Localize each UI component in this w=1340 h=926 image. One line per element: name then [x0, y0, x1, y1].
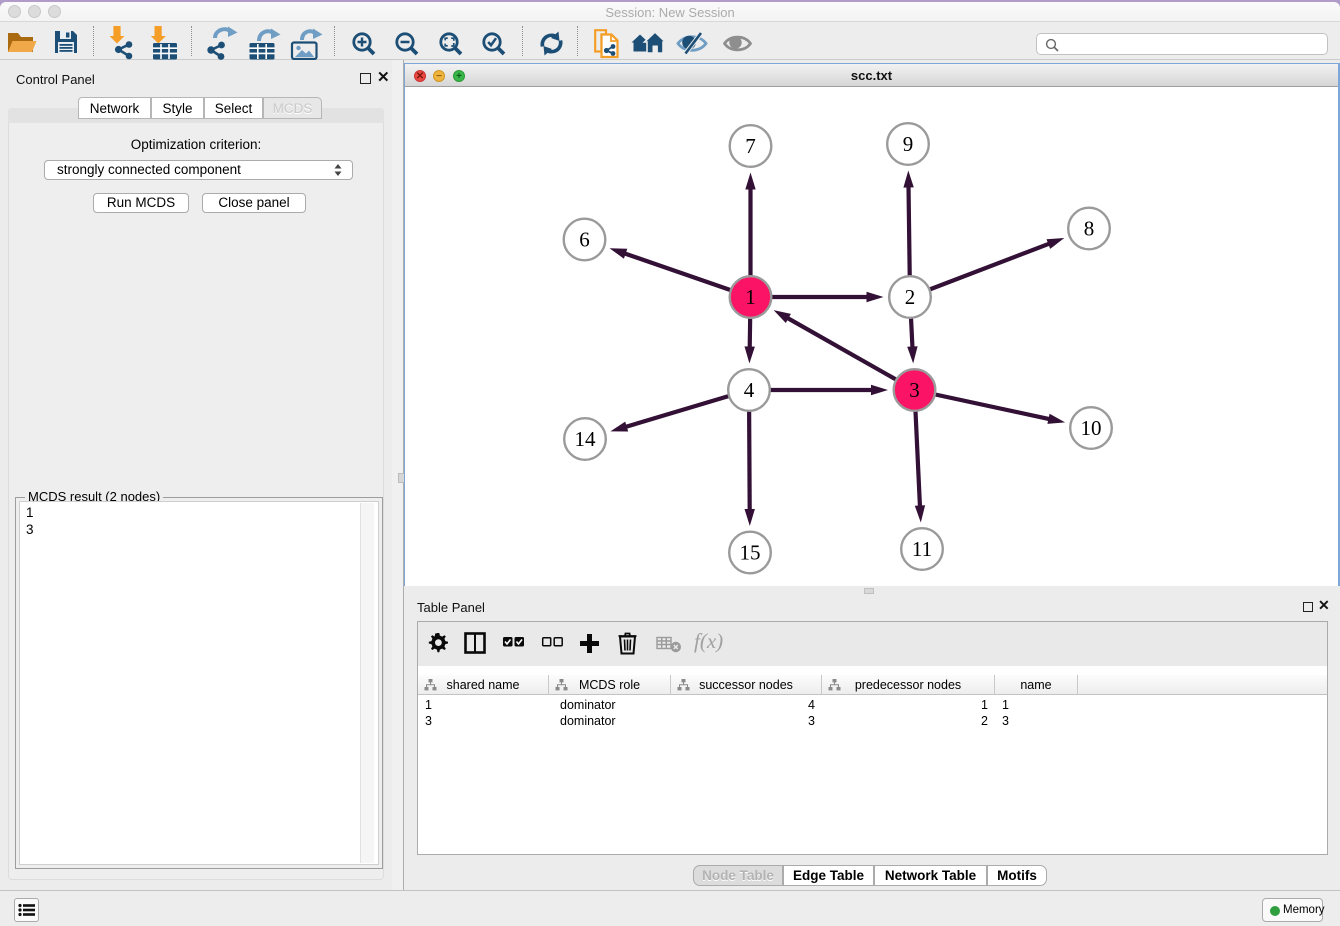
svg-text:14: 14: [575, 427, 597, 451]
svg-text:10: 10: [1081, 416, 1102, 440]
svg-text:8: 8: [1084, 217, 1095, 241]
svg-text:9: 9: [903, 132, 914, 156]
svg-text:3: 3: [909, 378, 920, 402]
svg-text:4: 4: [744, 378, 755, 402]
svg-text:11: 11: [912, 537, 932, 561]
svg-text:2: 2: [905, 285, 916, 309]
svg-text:6: 6: [579, 228, 590, 252]
svg-text:15: 15: [740, 541, 761, 565]
svg-text:1: 1: [745, 285, 756, 309]
svg-text:7: 7: [745, 134, 756, 158]
